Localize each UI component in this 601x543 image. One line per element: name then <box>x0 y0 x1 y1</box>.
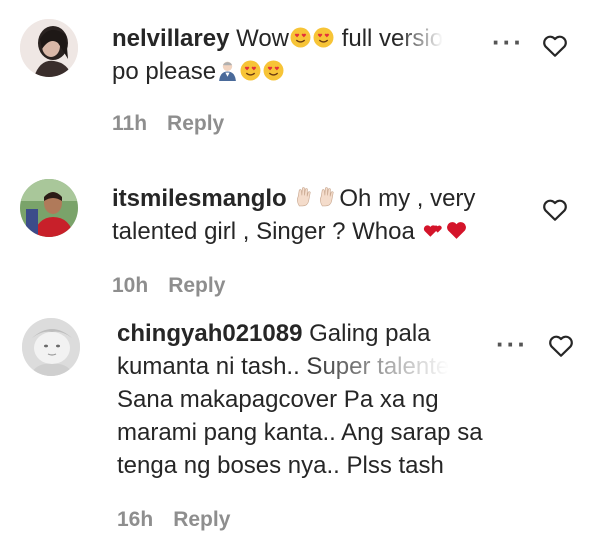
comment-item: nelvillarey Wow full versio po please ··… <box>0 0 601 160</box>
comment-text-segment: talented girl , Singer ? Whoa <box>112 218 415 245</box>
comment-username[interactable]: itsmilesmanglo <box>112 185 287 212</box>
smiling-heart-eyes-emoji <box>290 27 311 48</box>
comment-username[interactable]: nelvillarey <box>112 25 229 52</box>
red-heart-emoji <box>446 220 467 241</box>
smiling-heart-eyes-emoji <box>240 60 261 81</box>
heart-outline-icon[interactable] <box>542 34 568 58</box>
comment-item: chingyah021089 Galing pala kumanta ni ta… <box>0 310 601 543</box>
reply-button[interactable]: Reply <box>168 274 225 297</box>
comment-item: itsmilesmanglo Oh my , very talented gir… <box>0 160 601 310</box>
comment-text-segment: marami pang kanta.. Ang sarap sa <box>117 419 483 446</box>
comment-timestamp: 11h <box>112 112 148 135</box>
comment-timestamp: 10h <box>112 274 149 297</box>
comment-text-segment: kumanta ni tash.. Super talente <box>117 353 450 380</box>
comment-meta: 10h Reply <box>112 274 225 298</box>
avatar-image <box>20 19 78 77</box>
comment-text-segment: tenga ng boses nya.. Plss tash <box>117 452 444 479</box>
avatar[interactable] <box>20 19 78 77</box>
comment-username[interactable]: chingyah021089 <box>117 320 302 347</box>
raised-hand-emoji <box>317 187 338 208</box>
comment-text-segment: Sana makapagcover Pa xa ng <box>117 386 439 413</box>
more-options-icon[interactable]: ··· <box>492 29 524 55</box>
comment-meta: 11h Reply <box>112 112 224 136</box>
reply-button[interactable]: Reply <box>167 112 224 135</box>
person-bowing-emoji <box>217 60 238 81</box>
comment-text: itsmilesmanglo Oh my , very talented gir… <box>112 182 475 248</box>
avatar[interactable] <box>20 179 78 237</box>
heart-outline-icon[interactable] <box>542 198 568 222</box>
comment-timestamp: 16h <box>117 508 154 531</box>
avatar[interactable] <box>22 318 80 376</box>
smiling-heart-eyes-emoji <box>263 60 284 81</box>
comment-meta: 16h Reply <box>117 508 230 532</box>
heart-outline-icon[interactable] <box>548 334 574 358</box>
reply-button[interactable]: Reply <box>173 508 230 531</box>
comment-text-segment: Wow <box>236 25 289 52</box>
more-options-icon[interactable]: ··· <box>496 331 528 357</box>
smiling-heart-eyes-emoji <box>313 27 334 48</box>
raised-hand-emoji <box>294 187 315 208</box>
avatar-image <box>20 179 78 237</box>
comment-text-segment: Galing pala <box>309 320 431 347</box>
comment-text-segment: full versio <box>341 25 444 52</box>
revolving-hearts-emoji <box>423 220 444 241</box>
comment-text-segment: Oh my , very <box>339 185 476 212</box>
comment-text: nelvillarey Wow full versio po please <box>112 22 443 88</box>
avatar-image <box>22 318 80 376</box>
comment-text: chingyah021089 Galing pala kumanta ni ta… <box>117 317 483 482</box>
comment-text-segment: po please <box>112 58 217 85</box>
